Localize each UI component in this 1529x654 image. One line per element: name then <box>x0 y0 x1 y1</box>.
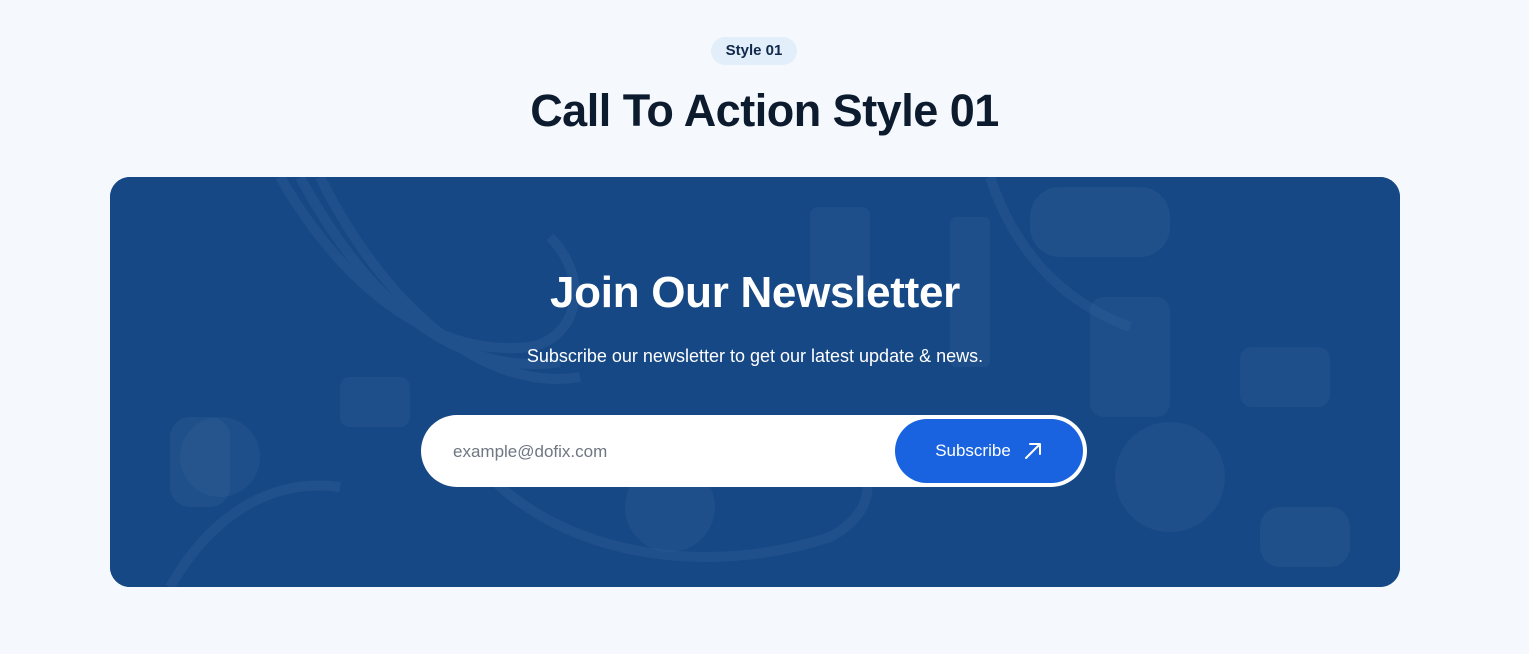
newsletter-subtitle: Subscribe our newsletter to get our late… <box>526 346 984 366</box>
arrow-up-right-icon <box>1023 441 1043 461</box>
newsletter-cta-card: Join Our Newsletter Subscribe our newsle… <box>110 177 1400 587</box>
subscribe-button-label: Subscribe <box>935 441 1011 460</box>
subscribe-button[interactable]: Subscribe <box>895 419 1083 483</box>
background-overlay <box>110 177 1400 587</box>
email-input[interactable] <box>451 415 885 489</box>
page-title: Call To Action Style 01 <box>530 85 999 136</box>
newsletter-form: Subscribe <box>421 415 1087 489</box>
newsletter-title: Join Our Newsletter <box>550 268 960 317</box>
style-badge: Style 01 <box>711 37 797 65</box>
